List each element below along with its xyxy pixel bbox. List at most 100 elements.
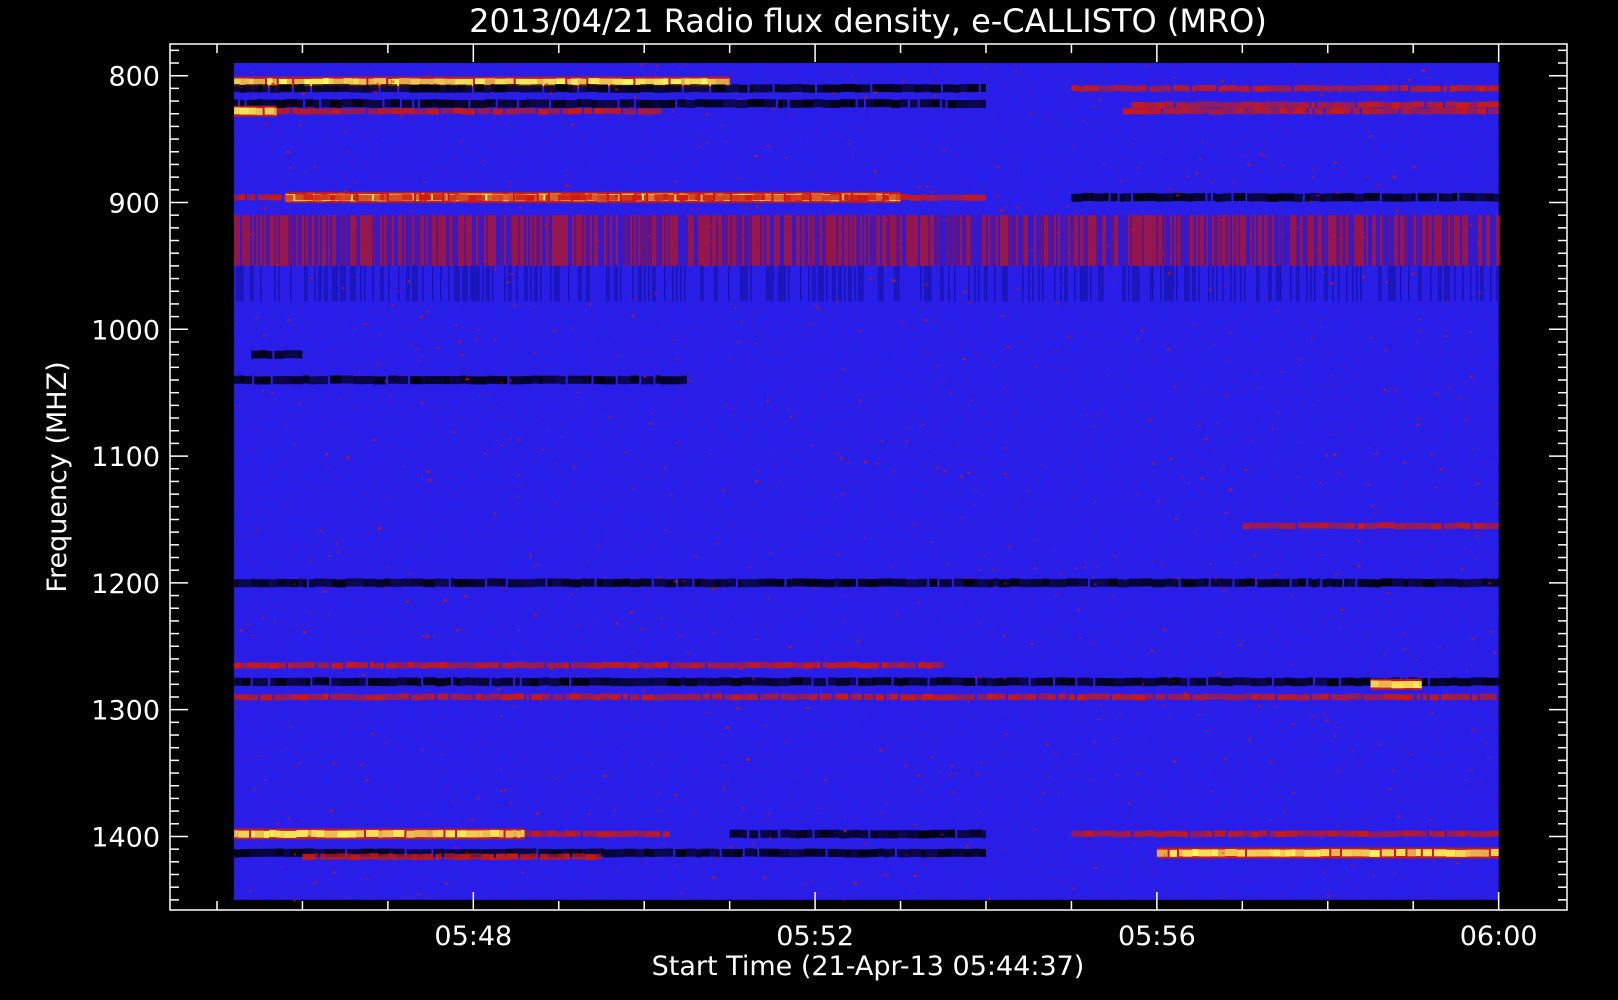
band-mark: [454, 854, 462, 861]
speckle-mark: [632, 487, 634, 491]
band-mark: [307, 693, 312, 700]
stripe-mark: [1286, 215, 1289, 266]
stripe-mark: [714, 215, 717, 266]
speckle-mark: [705, 141, 710, 144]
band-mark: [612, 578, 622, 587]
band-mark: [408, 108, 415, 115]
band-mark: [490, 99, 496, 108]
band-mark: [1432, 831, 1439, 838]
speckle-mark: [427, 478, 432, 482]
band-mark: [1371, 694, 1384, 701]
band-mark: [1297, 578, 1307, 587]
stripe-mark: [316, 215, 319, 266]
band-mark: [1054, 677, 1059, 686]
stripe-mark: [504, 265, 506, 302]
stripe-mark: [562, 215, 565, 266]
stripe-mark: [890, 215, 893, 266]
band-mark: [856, 849, 869, 858]
speckle-mark: [1173, 679, 1175, 683]
band-mark: [906, 830, 919, 839]
speckle-mark: [1275, 573, 1279, 576]
speckle-mark: [709, 224, 713, 228]
band-mark: [1403, 694, 1410, 701]
band-mark: [808, 694, 814, 701]
band-mark: [644, 108, 656, 115]
band-mark: [662, 194, 669, 201]
band-mark: [606, 100, 618, 109]
band-mark: [434, 578, 441, 587]
band-mark: [1226, 85, 1230, 92]
speckle-mark: [732, 72, 735, 75]
band-mark: [1431, 523, 1442, 530]
band-mark: [607, 849, 617, 858]
stripe-mark: [1284, 215, 1287, 266]
speckle-mark: [936, 364, 940, 367]
speckle-mark: [553, 778, 558, 780]
y-tick-label: 1100: [91, 442, 160, 473]
speckle-mark: [576, 403, 579, 405]
band-mark: [623, 830, 633, 837]
stripe-mark: [814, 265, 816, 302]
band-mark: [898, 829, 907, 838]
speckle-mark: [737, 341, 742, 344]
band-mark: [629, 662, 639, 669]
band-mark: [339, 194, 351, 201]
stripe-mark: [644, 265, 646, 302]
stripe-mark: [508, 215, 511, 266]
speckle-mark: [318, 529, 323, 532]
stripe-mark: [384, 215, 387, 266]
band-mark: [251, 350, 259, 359]
band-mark: [360, 853, 370, 860]
stripe-mark: [906, 215, 909, 266]
band-mark: [359, 194, 372, 201]
speckle-mark: [1310, 714, 1314, 718]
band-mark: [284, 99, 298, 108]
band-mark: [768, 84, 773, 93]
stripe-mark: [782, 215, 785, 266]
band-mark: [604, 579, 610, 588]
speckle-mark: [768, 836, 772, 840]
speckle-mark: [769, 552, 772, 555]
band-mark: [690, 662, 699, 669]
speckle-mark: [1419, 586, 1422, 589]
stripe-mark: [1028, 215, 1031, 266]
stripe-mark: [908, 215, 911, 266]
speckle-mark: [993, 365, 997, 368]
band-mark: [284, 849, 289, 858]
stripe-mark: [352, 215, 355, 266]
speckle-mark: [386, 221, 389, 224]
band-mark: [760, 661, 768, 668]
band-mark: [654, 848, 665, 857]
speckle-mark: [249, 233, 253, 236]
stripe-mark: [878, 215, 881, 266]
band-mark: [396, 108, 404, 115]
band-mark: [1477, 101, 1487, 108]
band-mark: [534, 194, 544, 201]
band-mark: [1469, 101, 1478, 108]
speckle-mark: [810, 444, 813, 448]
speckle-mark: [420, 749, 424, 751]
speckle-mark: [1214, 577, 1218, 581]
band-mark: [1357, 523, 1365, 530]
speckle-mark: [419, 315, 424, 319]
stripe-mark: [594, 215, 597, 266]
stripe-mark: [682, 215, 685, 266]
band-mark: [1015, 677, 1020, 686]
speckle-mark: [823, 700, 825, 703]
band-mark: [581, 194, 588, 201]
stripe-mark: [250, 265, 252, 302]
band-mark: [920, 849, 926, 858]
band-mark: [1331, 848, 1340, 856]
band-mark: [1058, 677, 1068, 686]
band-mark: [1144, 830, 1153, 837]
stripe-mark: [988, 215, 991, 266]
band-mark: [1189, 831, 1202, 838]
stripe-mark: [1100, 265, 1102, 302]
stripe-mark: [1300, 215, 1303, 266]
stripe-mark: [556, 215, 559, 266]
stripe-mark: [484, 215, 487, 266]
stripe-mark: [796, 215, 799, 266]
band-mark: [1198, 85, 1211, 92]
band-mark: [1133, 831, 1145, 838]
band-mark: [698, 84, 710, 93]
